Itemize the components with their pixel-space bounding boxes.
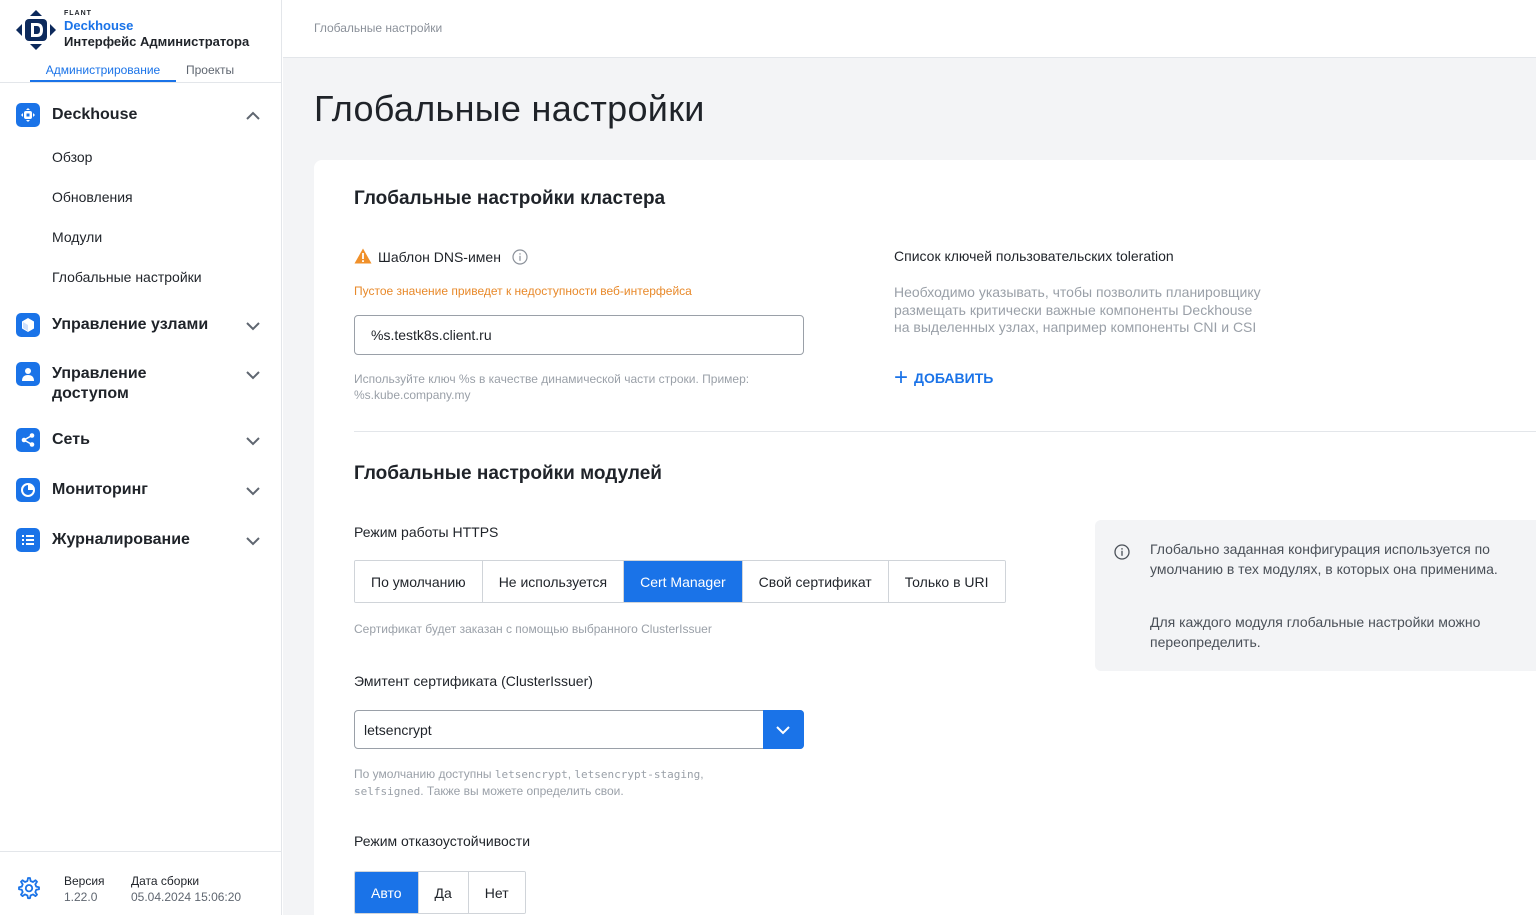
tab-projects[interactable]: Проекты — [186, 60, 234, 82]
cube-icon — [16, 313, 40, 337]
chevron-down-icon[interactable] — [246, 434, 260, 448]
nav-label-nodes: Управление узлами — [52, 316, 209, 333]
deckhouse-logo-icon — [16, 10, 56, 50]
sidebar-item-updates[interactable]: Обновления — [52, 189, 133, 205]
dns-template-hint-line2: %s.kube.company.my — [354, 388, 471, 402]
dns-template-warning: Пустое значение приведет к недоступности… — [354, 284, 692, 298]
add-toleration-button[interactable]: + ДОБАВИТЬ — [894, 364, 994, 391]
issuer-code-selfsigned: selfsigned — [354, 785, 421, 798]
nav-group-monitoring[interactable]: Мониторинг — [16, 478, 268, 502]
nav-label-access: Управление доступом — [52, 364, 147, 404]
tolerations-description-line2: размещать критически важные компоненты D… — [894, 301, 1253, 318]
info-icon — [1114, 544, 1130, 560]
nav-label-deckhouse: Deckhouse — [52, 106, 138, 123]
product-name: Deckhouse — [64, 18, 134, 33]
chevron-down-icon[interactable] — [246, 534, 260, 548]
nav-label-network: Сеть — [52, 431, 90, 448]
tab-administration[interactable]: Администрирование — [30, 60, 176, 82]
logo[interactable]: FLANT Deckhouse Интерфейс Администратора — [14, 8, 274, 52]
version-value: 1.22.0 — [64, 890, 98, 904]
info-box-paragraph-2: Для каждого модуля глобальные настройки … — [1150, 614, 1481, 650]
cluster-issuer-hint: По умолчанию доступны letsencrypt, letse… — [354, 766, 704, 800]
modules-settings-title: Глобальные настройки модулей — [354, 463, 662, 484]
ha-option-yes[interactable]: Да — [418, 872, 469, 913]
ha-option-no[interactable]: Нет — [468, 872, 525, 913]
dns-template-input[interactable] — [354, 315, 804, 355]
dns-template-label: Шаблон DNS-имен — [378, 249, 501, 265]
build-date-label: Дата сборки — [131, 874, 200, 888]
nav-label-access-line2: доступом — [52, 385, 129, 402]
cluster-issuer-select[interactable]: letsencrypt — [354, 710, 804, 749]
sidebar-item-modules[interactable]: Модули — [52, 229, 102, 245]
nav-label-monitoring: Мониторинг — [52, 481, 148, 498]
settings-card: Глобальные настройки кластера Шаблон DNS… — [314, 160, 1536, 915]
user-icon — [16, 362, 40, 386]
cluster-issuer-label: Эмитент сертификата (ClusterIssuer) — [354, 673, 593, 689]
plus-icon: + — [894, 364, 909, 391]
list-icon — [16, 528, 40, 552]
deckhouse-icon — [16, 103, 40, 127]
info-box-paragraph-1: Глобально заданная конфигурация использу… — [1150, 541, 1498, 577]
cluster-issuer-hint-prefix: По умолчанию доступны — [354, 767, 495, 781]
nav-group-nodes[interactable]: Управление узлами — [16, 313, 268, 337]
https-mode-segmented: По умолчанию Не используется Cert Manage… — [354, 560, 1006, 603]
tolerations-description: Необходимо указывать, чтобы позволить пл… — [894, 284, 1304, 337]
version-label: Версия — [64, 874, 105, 888]
chevron-down-icon[interactable] — [246, 484, 260, 498]
https-option-cert-manager[interactable]: Cert Manager — [624, 561, 743, 602]
cluster-issuer-hint-suffix: . Также вы можете определить свои. — [420, 784, 624, 798]
build-date-value: 05.04.2024 15:06:20 — [131, 890, 242, 904]
sidebar-item-overview[interactable]: Обзор — [52, 149, 92, 165]
nav-group-deckhouse[interactable]: Deckhouse — [16, 103, 268, 127]
dns-template-hint-line1: Используйте ключ %s в качестве динамичес… — [354, 372, 750, 386]
add-toleration-label: ДОБАВИТЬ — [914, 370, 994, 386]
breadcrumb[interactable]: Глобальные настройки — [314, 21, 442, 35]
info-icon[interactable] — [512, 249, 528, 265]
tolerations-title: Список ключей пользовательских toleratio… — [894, 248, 1174, 264]
issuer-code-letsencrypt-staging: letsencrypt-staging — [574, 768, 701, 781]
ha-mode-segmented: Авто Да Нет — [354, 871, 526, 914]
main-content: Глобальные настройки Глобальные настройк… — [283, 0, 1536, 915]
chevron-down-icon[interactable] — [246, 368, 260, 382]
https-option-custom-cert[interactable]: Свой сертификат — [742, 561, 889, 602]
cluster-issuer-dropdown-button[interactable] — [763, 710, 804, 749]
section-divider — [354, 431, 1536, 432]
tolerations-description-line3: на выделенных узлах, например компоненты… — [894, 319, 1257, 335]
tolerations-description-line1: Необходимо указывать, чтобы позволить пл… — [894, 284, 1261, 300]
pie-chart-icon — [16, 478, 40, 502]
ha-option-auto[interactable]: Авто — [355, 872, 419, 913]
warning-icon — [354, 248, 372, 264]
footer-divider — [0, 851, 282, 852]
sidebar: FLANT Deckhouse Интерфейс Администратора… — [0, 0, 282, 915]
product-subtitle: Интерфейс Администратора — [64, 34, 250, 49]
chevron-down-icon[interactable] — [246, 319, 260, 333]
https-mode-hint: Сертификат будет заказан с помощью выбра… — [354, 622, 712, 636]
tabs-divider — [0, 82, 282, 83]
gear-icon[interactable] — [16, 876, 40, 900]
https-option-only-in-uri[interactable]: Только в URI — [888, 561, 1005, 602]
share-network-icon — [16, 428, 40, 452]
ha-mode-label: Режим отказоустойчивости — [354, 833, 531, 849]
sidebar-item-global-settings[interactable]: Глобальные настройки — [52, 269, 202, 285]
nav-group-logging[interactable]: Журналирование — [16, 528, 268, 552]
global-config-info-box: Глобально заданная конфигурация использу… — [1095, 520, 1536, 671]
cluster-issuer-value: letsencrypt — [364, 722, 432, 738]
dns-template-hint: Используйте ключ %s в качестве динамичес… — [354, 371, 749, 403]
https-option-default[interactable]: По умолчанию — [355, 561, 483, 602]
page-title: Глобальные настройки — [314, 88, 705, 129]
cluster-settings-title: Глобальные настройки кластера — [354, 188, 666, 209]
company-name: FLANT — [64, 10, 92, 17]
chevron-down-icon — [776, 726, 790, 735]
topbar: Глобальные настройки — [283, 0, 1536, 58]
nav-group-network[interactable]: Сеть — [16, 428, 268, 452]
https-mode-label: Режим работы HTTPS — [354, 524, 499, 540]
nav-group-access[interactable]: Управление доступом — [16, 362, 268, 406]
chevron-up-icon[interactable] — [246, 109, 260, 123]
cluster-issuer-hint-comma: , — [700, 767, 704, 781]
https-option-disabled[interactable]: Не используется — [482, 561, 625, 602]
nav-label-access-line1: Управление — [52, 365, 147, 382]
issuer-code-letsencrypt: letsencrypt — [494, 768, 568, 781]
nav-label-logging: Журналирование — [52, 531, 190, 548]
